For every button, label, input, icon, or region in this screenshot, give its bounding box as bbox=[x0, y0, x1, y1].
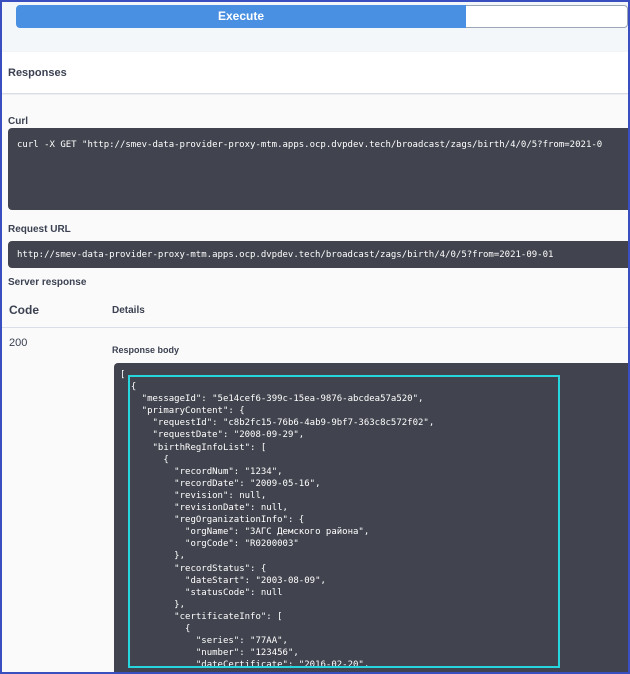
json-line: { bbox=[120, 623, 191, 634]
json-line: "number": "123456", bbox=[120, 648, 299, 659]
status-code: 200 bbox=[9, 337, 28, 349]
curl-label: Curl bbox=[8, 116, 28, 127]
json-line: "regOrganizationInfo": { bbox=[120, 515, 305, 526]
responses-header: Responses bbox=[2, 52, 628, 94]
json-line: "certificateInfo": [ bbox=[120, 611, 283, 622]
json-line: { bbox=[120, 382, 137, 393]
json-line: }, bbox=[120, 599, 186, 610]
json-line: "birthRegInfoList": [ bbox=[120, 442, 267, 453]
execute-row: Execute bbox=[2, 2, 628, 52]
response-body-label: Response body bbox=[112, 345, 180, 355]
app-frame: Execute Responses Curl curl -X GET "http… bbox=[0, 0, 630, 674]
json-line: "requestDate": "2008-09-29", bbox=[120, 430, 305, 441]
json-line: "orgCode": "R0200003" bbox=[120, 539, 299, 550]
request-url-label: Request URL bbox=[8, 224, 71, 235]
json-line: "primaryContent": { bbox=[120, 406, 245, 417]
execute-button[interactable]: Execute bbox=[16, 5, 466, 28]
json-line: "series": "77AA", bbox=[120, 636, 288, 647]
json-line: "recordDate": "2009-05-16", bbox=[120, 478, 321, 489]
json-line: { bbox=[120, 454, 169, 465]
json-line: "dateCertificate": "2016-02-20", bbox=[120, 660, 370, 671]
json-line: "revision": null, bbox=[120, 490, 267, 501]
json-line: "orgName": "ЗАГС Демского района", bbox=[120, 527, 370, 538]
json-line: "revisionDate": null, bbox=[120, 503, 288, 514]
json-line: "requestId": "c8b2fc15-76b6-4ab9-9bf7-36… bbox=[120, 418, 435, 429]
json-line: "recordNum": "1234", bbox=[120, 466, 283, 477]
server-response-label: Server response bbox=[8, 277, 87, 288]
request-url-value[interactable]: http://smev-data-provider-proxy-mtm.apps… bbox=[8, 241, 628, 268]
table-divider bbox=[2, 327, 628, 328]
json-line: }, bbox=[120, 551, 186, 562]
code-column-header: Code bbox=[9, 303, 39, 317]
json-line: "dateStart": "2003-08-09", bbox=[120, 575, 326, 586]
json-line: "messageId": "5e14cef6-399c-15ea-9876-ab… bbox=[120, 394, 424, 405]
response-body-json[interactable]: [ { "messageId": "5e14cef6-399c-15ea-987… bbox=[114, 363, 628, 672]
details-column-header: Details bbox=[112, 305, 145, 316]
curl-command[interactable]: curl -X GET "http://smev-data-provider-p… bbox=[8, 128, 628, 210]
responses-title: Responses bbox=[8, 67, 67, 79]
json-line: [ bbox=[120, 370, 126, 380]
json-line: "recordStatus": { bbox=[120, 563, 267, 574]
responses-body: Curl curl -X GET "http://smev-data-provi… bbox=[2, 95, 628, 672]
clear-button[interactable] bbox=[466, 5, 628, 28]
json-line: "statusCode": null bbox=[120, 587, 283, 598]
